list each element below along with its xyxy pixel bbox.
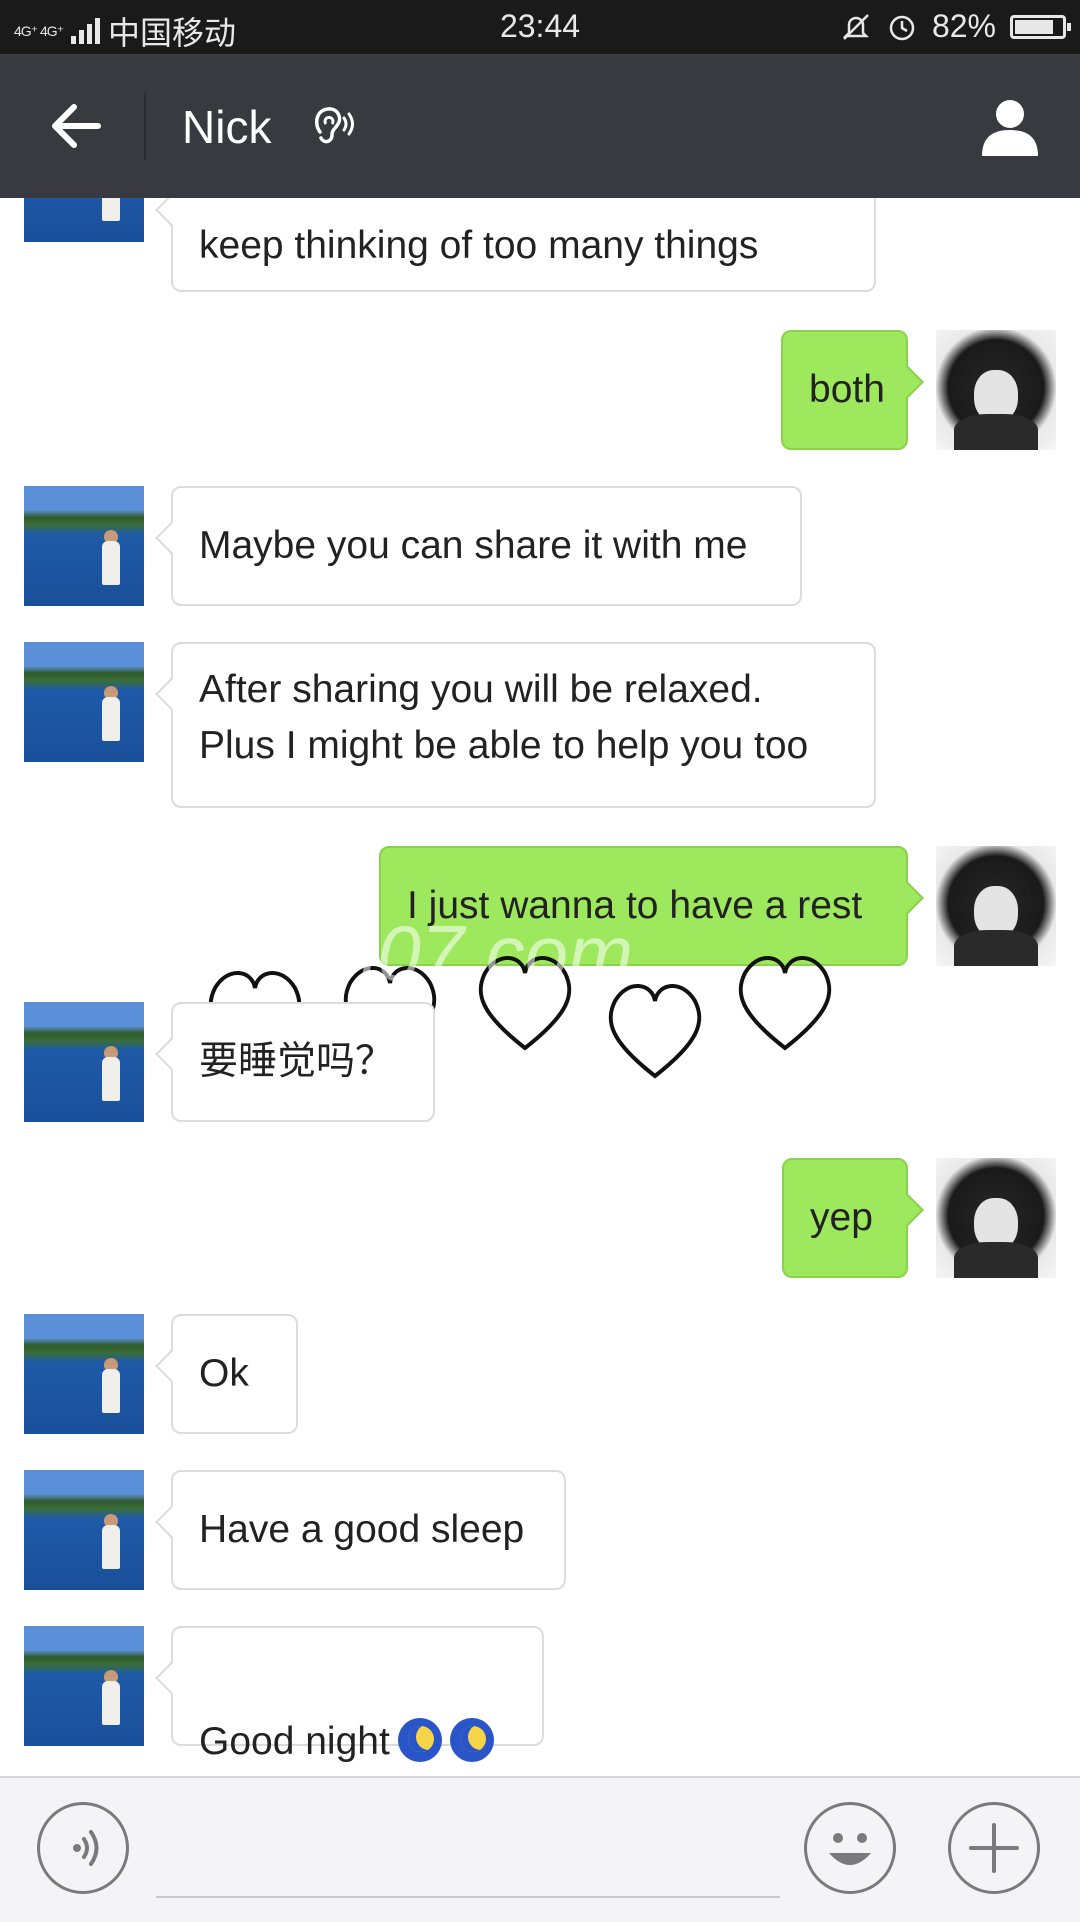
contact-avatar[interactable]: [24, 1002, 144, 1122]
chat-message-list[interactable]: keep thinking of too many things both Ma…: [0, 198, 1080, 1776]
message-bubble[interactable]: Have a good sleep: [171, 1470, 566, 1590]
message-bubble[interactable]: I just wanna to have a rest: [379, 846, 908, 966]
voice-input-button[interactable]: [37, 1802, 129, 1894]
mute-bell-icon: [842, 13, 869, 40]
my-avatar[interactable]: [936, 1158, 1056, 1278]
more-actions-button[interactable]: [948, 1802, 1040, 1894]
contact-avatar[interactable]: [24, 1314, 144, 1434]
emoji-button[interactable]: [804, 1802, 896, 1894]
battery-fill: [1015, 19, 1053, 34]
heart-icon: [478, 956, 572, 1051]
status-right: 82%: [840, 8, 1071, 45]
contact-name[interactable]: Nick: [182, 100, 271, 154]
status-bar: 4G⁺ 4G⁺ 中国移动 23:44 82%: [0, 0, 1080, 54]
my-avatar[interactable]: [936, 846, 1056, 966]
message-text: Good night: [199, 1720, 390, 1763]
sleeping-moon-emoji: [397, 1718, 442, 1762]
message-bubble[interactable]: Maybe you can share it with me: [171, 486, 802, 606]
contact-avatar[interactable]: [24, 1626, 144, 1746]
person-icon[interactable]: [978, 94, 1042, 158]
contact-avatar[interactable]: [24, 642, 144, 762]
message-bubble[interactable]: keep thinking of too many things: [171, 198, 876, 292]
back-arrow-icon[interactable]: [46, 96, 106, 156]
input-bar: [0, 1776, 1080, 1922]
battery-icon: [1010, 14, 1071, 39]
my-avatar[interactable]: [936, 330, 1056, 450]
contact-avatar[interactable]: [24, 1470, 144, 1590]
heart-icon: [608, 984, 702, 1079]
message-bubble[interactable]: Ok: [171, 1314, 298, 1434]
plus-icon: [969, 1823, 1019, 1873]
message-bubble[interactable]: 要睡觉吗？: [171, 1002, 435, 1122]
message-input[interactable]: [156, 1896, 780, 1898]
chat-header: Nick: [0, 54, 1080, 198]
contact-avatar[interactable]: [24, 486, 144, 606]
message-bubble[interactable]: both: [781, 330, 908, 450]
smiley-icon: [829, 1833, 871, 1865]
heart-icon: [738, 956, 832, 1051]
message-bubble[interactable]: Good night: [171, 1626, 544, 1763]
battery-percent: 82%: [931, 8, 996, 44]
sleeping-moon-emoji: [449, 1718, 494, 1762]
message-bubble[interactable]: yep: [782, 1158, 908, 1278]
voice-input-icon: [73, 1830, 99, 1866]
header-divider: [144, 92, 146, 160]
alarm-icon: [889, 15, 915, 40]
message-bubble[interactable]: After sharing you will be relaxed. Plus …: [171, 642, 876, 808]
contact-avatar[interactable]: [24, 198, 144, 242]
earpiece-mode-icon: [314, 107, 354, 144]
